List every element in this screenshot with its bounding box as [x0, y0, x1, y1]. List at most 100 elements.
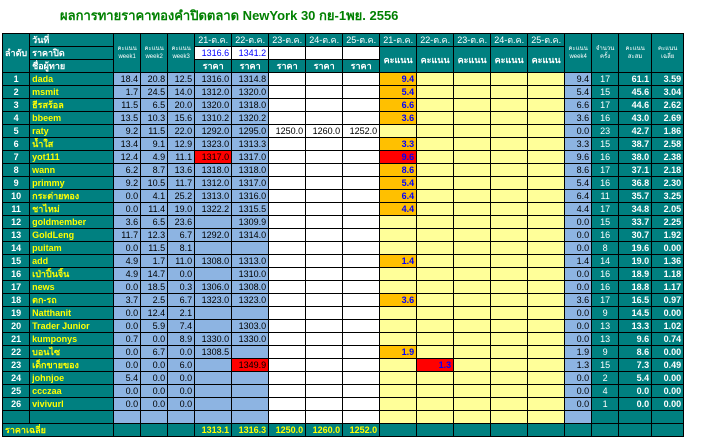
score-cell[interactable]	[490, 397, 529, 411]
player-name-cell[interactable]: บอนไซ	[29, 345, 115, 359]
guess-price-cell[interactable]: 1349.9	[231, 358, 270, 372]
guess-price-cell[interactable]: 1314.8	[231, 72, 270, 86]
count-cell[interactable]: 15	[591, 358, 620, 372]
week1-cell[interactable]: 13.4	[113, 137, 142, 151]
score-cell[interactable]: 5.4	[379, 176, 418, 190]
footer-empty-cell[interactable]	[490, 423, 529, 437]
guess-price-cell[interactable]	[305, 241, 344, 255]
average-cell[interactable]: 2.38	[651, 150, 685, 164]
player-name-cell[interactable]: น้ำใส	[29, 137, 115, 151]
week2-cell[interactable]: 5.9	[140, 319, 169, 333]
score-cell[interactable]	[453, 150, 492, 164]
guess-price-cell[interactable]	[305, 267, 344, 281]
score-cell[interactable]	[490, 72, 529, 86]
player-name-cell[interactable]: Trader Junior	[29, 319, 115, 333]
guess-price-cell[interactable]: 1292.0	[194, 228, 233, 242]
week2-cell[interactable]: 0.0	[140, 371, 169, 385]
guess-price-cell[interactable]	[194, 319, 233, 333]
score-cell[interactable]	[416, 202, 455, 216]
header-price-date[interactable]: 21-ต.ค.	[194, 33, 233, 47]
average-cell[interactable]: 3.25	[651, 189, 685, 203]
week4-cell[interactable]: 0.0	[564, 371, 593, 385]
score-cell[interactable]	[490, 124, 529, 138]
footer-empty-cell[interactable]	[591, 423, 620, 437]
week3-cell[interactable]: 14.0	[167, 85, 196, 99]
average-cell[interactable]: 0.00	[651, 384, 685, 398]
week1-cell[interactable]: 0.0	[113, 202, 142, 216]
week1-cell[interactable]: 3.6	[113, 215, 142, 229]
week4-cell[interactable]: 4.4	[564, 202, 593, 216]
average-cell[interactable]: 2.62	[651, 98, 685, 112]
guess-price-cell[interactable]	[305, 85, 344, 99]
week4-cell[interactable]: 3.6	[564, 293, 593, 307]
guess-price-cell[interactable]	[268, 176, 307, 190]
score-cell[interactable]	[490, 332, 529, 346]
week4-cell[interactable]: 6.6	[564, 98, 593, 112]
guess-price-cell[interactable]	[342, 306, 381, 320]
guess-price-cell[interactable]	[305, 280, 344, 294]
week2-cell[interactable]: 0.0	[140, 358, 169, 372]
header-price-label[interactable]: ราคา	[268, 59, 307, 73]
score-cell[interactable]	[416, 319, 455, 333]
header-week1[interactable]: คะแนน week1	[113, 33, 142, 73]
average-cell[interactable]: 1.86	[651, 124, 685, 138]
guess-price-cell[interactable]	[342, 72, 381, 86]
guess-price-cell[interactable]	[342, 254, 381, 268]
week3-cell[interactable]: 6.7	[167, 293, 196, 307]
score-cell[interactable]	[527, 241, 566, 255]
score-cell[interactable]	[453, 280, 492, 294]
rank-cell[interactable]: 11	[1, 202, 31, 216]
week3-cell[interactable]: 20.0	[167, 98, 196, 112]
average-cell[interactable]: 3.04	[651, 85, 685, 99]
average-cell[interactable]: 2.25	[651, 215, 685, 229]
footer-empty-cell[interactable]	[564, 423, 593, 437]
guess-price-cell[interactable]	[194, 306, 233, 320]
guess-price-cell[interactable]: 1314.0	[231, 228, 270, 242]
score-cell[interactable]	[379, 267, 418, 281]
player-name-cell[interactable]: puitam	[29, 241, 115, 255]
close-price-cell[interactable]	[305, 46, 344, 60]
guess-price-cell[interactable]	[268, 202, 307, 216]
score-cell[interactable]	[490, 85, 529, 99]
guess-price-cell[interactable]	[305, 358, 344, 372]
rank-cell[interactable]: 5	[1, 124, 31, 138]
week2-cell[interactable]: 4.9	[140, 150, 169, 164]
guess-price-cell[interactable]	[305, 254, 344, 268]
guess-price-cell[interactable]: 1313.0	[231, 254, 270, 268]
guess-price-cell[interactable]	[342, 137, 381, 151]
week3-cell[interactable]: 23.6	[167, 215, 196, 229]
count-cell[interactable]: 13	[591, 319, 620, 333]
week3-cell[interactable]: 0.0	[167, 397, 196, 411]
rank-cell[interactable]: 7	[1, 150, 31, 164]
total-cell[interactable]: 45.6	[618, 85, 653, 99]
guess-price-cell[interactable]: 1295.0	[231, 124, 270, 138]
guess-price-cell[interactable]: 1252.0	[342, 124, 381, 138]
score-cell[interactable]	[416, 254, 455, 268]
score-cell[interactable]: 9.6	[379, 150, 418, 164]
average-cell[interactable]: 0.49	[651, 358, 685, 372]
guess-price-cell[interactable]: 1292.0	[194, 124, 233, 138]
week3-cell[interactable]: 22.0	[167, 124, 196, 138]
player-name-cell[interactable]: kumponys	[29, 332, 115, 346]
score-cell[interactable]	[527, 267, 566, 281]
close-price-cell[interactable]	[342, 46, 381, 60]
count-cell[interactable]: 16	[591, 176, 620, 190]
score-cell[interactable]	[453, 85, 492, 99]
week1-cell[interactable]: 0.0	[113, 384, 142, 398]
score-cell[interactable]	[527, 319, 566, 333]
score-cell[interactable]	[490, 228, 529, 242]
average-cell[interactable]: 1.17	[651, 280, 685, 294]
guess-price-cell[interactable]	[305, 384, 344, 398]
week2-cell[interactable]: 12.4	[140, 306, 169, 320]
guess-price-cell[interactable]	[342, 150, 381, 164]
week2-cell[interactable]: 10.3	[140, 111, 169, 125]
footer-empty-cell[interactable]	[113, 423, 142, 437]
header-score-date[interactable]: 24-ต.ค.	[490, 33, 529, 47]
score-cell[interactable]	[527, 332, 566, 346]
total-cell[interactable]: 34.8	[618, 202, 653, 216]
week2-cell[interactable]: 11.5	[140, 124, 169, 138]
week1-cell[interactable]: 1.7	[113, 85, 142, 99]
score-cell[interactable]	[416, 345, 455, 359]
score-cell[interactable]	[416, 111, 455, 125]
header-count[interactable]: จำนวนครั้ง	[591, 33, 620, 73]
